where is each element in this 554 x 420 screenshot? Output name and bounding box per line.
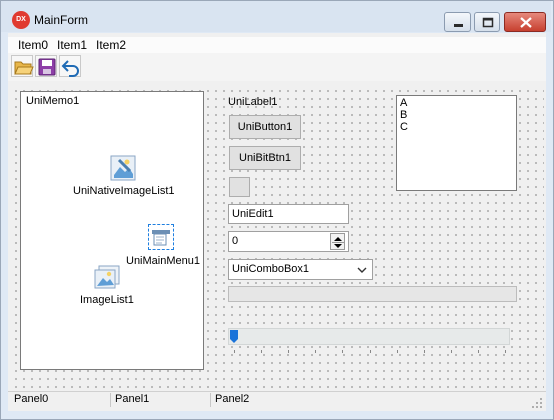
undo-icon — [61, 60, 79, 77]
native-image-list-label: UniNativeImageList1 — [73, 185, 175, 197]
spin-arrows-icon — [332, 237, 344, 248]
menu-bar — [8, 37, 546, 53]
uni-button[interactable]: UniButton1 — [229, 115, 301, 139]
list-item[interactable]: A — [400, 97, 407, 109]
minimize-button[interactable] — [444, 12, 471, 32]
trackbar-tick — [397, 350, 398, 353]
trackbar-tick — [315, 350, 316, 353]
memo-box[interactable] — [20, 91, 204, 370]
maximize-button[interactable] — [474, 12, 500, 32]
save-button[interactable] — [35, 55, 57, 77]
close-icon — [520, 17, 532, 28]
trackbar-tick — [234, 350, 235, 353]
list-item[interactable]: B — [400, 109, 407, 121]
status-panel-0: Panel0 — [14, 393, 49, 405]
native-image-list-icon[interactable] — [110, 155, 136, 181]
trackbar-thumb[interactable] — [230, 330, 238, 343]
uni-label: UniLabel1 — [228, 96, 278, 108]
uni-bit-button[interactable]: UniBitBtn1 — [229, 146, 301, 170]
list-item[interactable]: C — [400, 121, 408, 133]
save-icon — [38, 58, 56, 76]
trackbar-tick — [342, 350, 343, 353]
progress-bar — [228, 286, 517, 302]
trackbar-tick — [424, 350, 425, 353]
spin-stepper[interactable] — [330, 233, 345, 250]
trackbar[interactable] — [228, 328, 510, 345]
blank-button[interactable] — [229, 177, 250, 197]
uni-combo-box[interactable]: UniComboBox1 — [228, 259, 373, 280]
app-logo-icon: DX — [12, 11, 30, 29]
main-menu-icon[interactable] — [148, 224, 174, 250]
trackbar-tick — [370, 350, 371, 353]
trackbar-tick — [451, 350, 452, 353]
status-panel-1: Panel1 — [115, 393, 150, 405]
image-list-icon[interactable] — [94, 265, 120, 291]
minimize-icon — [454, 24, 463, 27]
close-button[interactable] — [504, 12, 546, 32]
window-title: MainForm — [34, 13, 89, 27]
menu-item-0[interactable]: Item0 — [18, 38, 48, 52]
status-panel-2: Panel2 — [215, 393, 250, 405]
trackbar-tick — [505, 350, 506, 353]
trackbar-tick — [288, 350, 289, 353]
open-button[interactable] — [11, 55, 34, 77]
toolbar — [8, 53, 546, 81]
trackbar-tick — [261, 350, 262, 353]
main-menu-label: UniMainMenu1 — [126, 255, 200, 267]
uni-edit-field[interactable]: UniEdit1 — [228, 204, 349, 224]
memo-text: UniMemo1 — [26, 95, 80, 107]
image-list-label: ImageList1 — [80, 294, 134, 306]
menu-item-1[interactable]: Item1 — [57, 38, 87, 52]
list-box[interactable] — [396, 95, 517, 191]
status-bar — [8, 391, 546, 411]
open-folder-icon — [14, 61, 34, 75]
undo-button[interactable] — [59, 55, 81, 77]
status-separator — [110, 393, 111, 407]
resize-grip-icon[interactable] — [531, 397, 543, 409]
trackbar-tick — [478, 350, 479, 353]
menu-item-2[interactable]: Item2 — [96, 38, 126, 52]
maximize-icon — [482, 17, 494, 28]
status-separator — [210, 393, 211, 407]
chevron-down-icon[interactable] — [355, 263, 369, 277]
